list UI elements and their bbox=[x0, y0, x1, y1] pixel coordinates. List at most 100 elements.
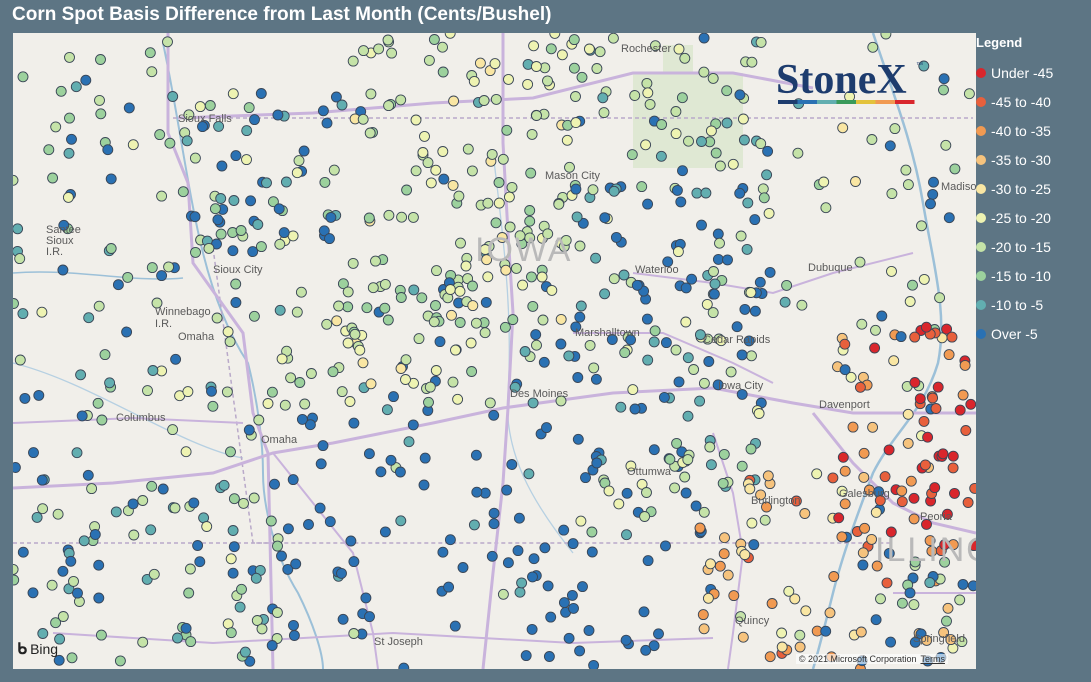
basis-marker[interactable] bbox=[99, 349, 111, 361]
basis-marker[interactable] bbox=[896, 496, 908, 508]
basis-marker[interactable] bbox=[530, 61, 542, 72]
basis-marker[interactable] bbox=[918, 273, 930, 285]
basis-marker[interactable] bbox=[644, 98, 656, 110]
basis-marker[interactable] bbox=[965, 398, 976, 410]
basis-marker[interactable] bbox=[758, 192, 770, 204]
basis-marker[interactable] bbox=[224, 336, 236, 348]
basis-marker[interactable] bbox=[866, 134, 878, 145]
basis-marker[interactable] bbox=[395, 292, 407, 303]
basis-marker[interactable] bbox=[870, 324, 881, 336]
basis-marker[interactable] bbox=[580, 472, 591, 484]
basis-marker[interactable] bbox=[490, 93, 502, 105]
basis-marker[interactable] bbox=[603, 485, 615, 497]
basis-marker[interactable] bbox=[781, 279, 793, 291]
basis-marker[interactable] bbox=[896, 597, 908, 609]
basis-marker[interactable] bbox=[558, 597, 570, 609]
basis-marker[interactable] bbox=[490, 217, 502, 229]
basis-marker[interactable] bbox=[707, 72, 719, 84]
basis-marker[interactable] bbox=[182, 386, 194, 398]
legend-item[interactable]: -25 to -20 bbox=[976, 203, 1088, 232]
basis-marker[interactable] bbox=[531, 339, 542, 351]
basis-marker[interactable] bbox=[741, 243, 753, 255]
basis-marker[interactable] bbox=[137, 636, 149, 648]
basis-marker[interactable] bbox=[854, 381, 866, 393]
basis-marker[interactable] bbox=[776, 627, 788, 639]
basis-marker[interactable] bbox=[938, 73, 950, 85]
basis-marker[interactable] bbox=[57, 611, 69, 622]
legend-item[interactable]: -10 to -5 bbox=[976, 291, 1088, 320]
basis-marker[interactable] bbox=[686, 273, 698, 285]
basis-marker[interactable] bbox=[345, 535, 357, 547]
basis-marker[interactable] bbox=[942, 602, 954, 614]
basis-marker[interactable] bbox=[671, 184, 683, 196]
basis-marker[interactable] bbox=[452, 393, 464, 405]
basis-marker[interactable] bbox=[543, 651, 555, 662]
basis-marker[interactable] bbox=[660, 540, 671, 552]
basis-marker[interactable] bbox=[65, 555, 77, 567]
basis-marker[interactable] bbox=[13, 223, 24, 235]
basis-marker[interactable] bbox=[938, 84, 949, 96]
basis-marker[interactable] bbox=[225, 446, 236, 458]
basis-marker[interactable] bbox=[365, 88, 377, 100]
basis-marker[interactable] bbox=[499, 321, 511, 333]
basis-marker[interactable] bbox=[164, 137, 176, 149]
basis-marker[interactable] bbox=[482, 271, 494, 283]
basis-marker[interactable] bbox=[905, 475, 917, 487]
basis-marker[interactable] bbox=[43, 144, 55, 156]
basis-marker[interactable] bbox=[837, 451, 849, 463]
basis-marker[interactable] bbox=[94, 94, 105, 106]
basis-marker[interactable] bbox=[243, 424, 255, 436]
basis-marker[interactable] bbox=[169, 502, 181, 514]
basis-marker[interactable] bbox=[46, 579, 58, 591]
basis-marker[interactable] bbox=[613, 498, 625, 510]
basis-marker[interactable] bbox=[904, 296, 916, 307]
basis-marker[interactable] bbox=[239, 646, 251, 658]
basis-marker[interactable] bbox=[373, 43, 385, 55]
basis-marker[interactable] bbox=[717, 477, 729, 489]
basis-marker[interactable] bbox=[28, 447, 39, 459]
basis-marker[interactable] bbox=[847, 421, 859, 433]
basis-marker[interactable] bbox=[454, 317, 466, 328]
basis-marker[interactable] bbox=[638, 606, 650, 618]
basis-marker[interactable] bbox=[574, 645, 586, 657]
basis-marker[interactable] bbox=[400, 354, 412, 366]
basis-marker[interactable] bbox=[525, 167, 537, 179]
basis-marker[interactable] bbox=[714, 160, 726, 172]
basis-marker[interactable] bbox=[512, 545, 524, 557]
basis-marker[interactable] bbox=[642, 198, 654, 210]
basis-marker[interactable] bbox=[727, 158, 739, 170]
basis-marker[interactable] bbox=[947, 462, 959, 474]
basis-marker[interactable] bbox=[954, 404, 966, 416]
basis-marker[interactable] bbox=[317, 105, 329, 117]
basis-marker[interactable] bbox=[470, 449, 482, 461]
basis-marker[interactable] bbox=[122, 271, 134, 283]
basis-marker[interactable] bbox=[204, 100, 216, 111]
basis-marker[interactable] bbox=[349, 328, 361, 340]
basis-marker[interactable] bbox=[449, 620, 461, 632]
basis-marker[interactable] bbox=[705, 459, 717, 471]
basis-marker[interactable] bbox=[536, 271, 548, 283]
basis-marker[interactable] bbox=[271, 607, 283, 618]
basis-marker[interactable] bbox=[639, 511, 651, 522]
basis-marker[interactable] bbox=[839, 465, 851, 477]
basis-marker[interactable] bbox=[739, 303, 751, 315]
basis-marker[interactable] bbox=[465, 337, 477, 349]
basis-marker[interactable] bbox=[615, 401, 627, 413]
basis-marker[interactable] bbox=[156, 270, 168, 282]
bing-attribution[interactable]: ᑲ Bing bbox=[17, 639, 58, 659]
basis-marker[interactable] bbox=[642, 555, 654, 567]
basis-marker[interactable] bbox=[514, 586, 526, 598]
basis-marker[interactable] bbox=[382, 34, 394, 46]
basis-marker[interactable] bbox=[909, 377, 921, 388]
basis-marker[interactable] bbox=[642, 354, 654, 366]
basis-marker[interactable] bbox=[365, 378, 377, 390]
basis-marker[interactable] bbox=[209, 203, 221, 215]
basis-marker[interactable] bbox=[203, 242, 215, 254]
basis-marker[interactable] bbox=[336, 567, 347, 579]
basis-marker[interactable] bbox=[493, 177, 505, 188]
basis-marker[interactable] bbox=[185, 636, 197, 648]
basis-marker[interactable] bbox=[333, 300, 345, 312]
basis-marker[interactable] bbox=[13, 462, 21, 473]
basis-marker[interactable] bbox=[800, 605, 812, 617]
basis-marker[interactable] bbox=[93, 592, 105, 604]
